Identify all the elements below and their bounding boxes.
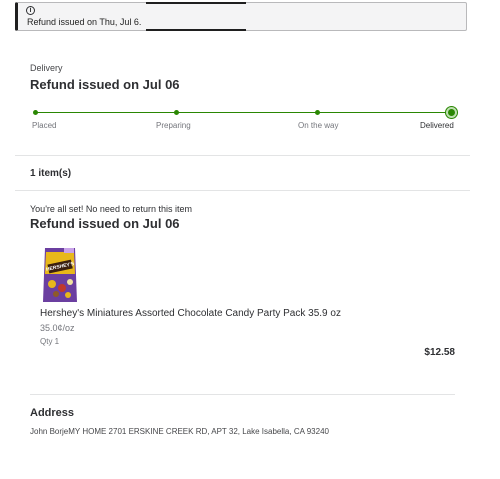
tracker-dot-preparing (174, 110, 179, 115)
tracker-dot-delivered (446, 107, 457, 118)
address-title: Address (30, 407, 75, 419)
step-label-on-the-way: On the way (298, 121, 339, 130)
info-icon: i (26, 6, 35, 15)
item-quantity: Qty 1 (40, 337, 60, 346)
delivery-label: Delivery (30, 63, 63, 73)
product-name[interactable]: Hershey's Miniatures Assorted Chocolate … (40, 308, 341, 319)
tracker-dot-placed (33, 110, 38, 115)
candy-bag-image[interactable]: HERSHEY'S (42, 244, 78, 304)
tracker-dot-on-the-way (315, 110, 320, 115)
step-label-placed: Placed (32, 121, 57, 130)
address-text: John BorjeMY HOME 2701 ERSKINE CREEK RD,… (30, 427, 329, 436)
section-divider (15, 155, 470, 156)
section-divider (30, 394, 455, 395)
refund-alert: i Refund issued on Thu, Jul 6. (15, 2, 467, 31)
alert-message: Refund issued on Thu, Jul 6. (27, 17, 142, 27)
item-count: 1 item(s) (30, 168, 72, 179)
order-status-title: Refund issued on Jul 06 (30, 77, 180, 92)
alert-top-bar (146, 2, 246, 4)
tracker-line (35, 112, 450, 113)
section-divider (15, 190, 470, 191)
unit-price: 35.0¢/oz (40, 323, 75, 333)
item-status-title: Refund issued on Jul 06 (30, 216, 180, 231)
item-price: $12.58 (424, 347, 455, 358)
step-label-delivered: Delivered (420, 121, 454, 130)
alert-bottom-bar (146, 29, 246, 31)
return-note: You're all set! No need to return this i… (30, 204, 192, 214)
step-label-preparing: Preparing (156, 121, 191, 130)
